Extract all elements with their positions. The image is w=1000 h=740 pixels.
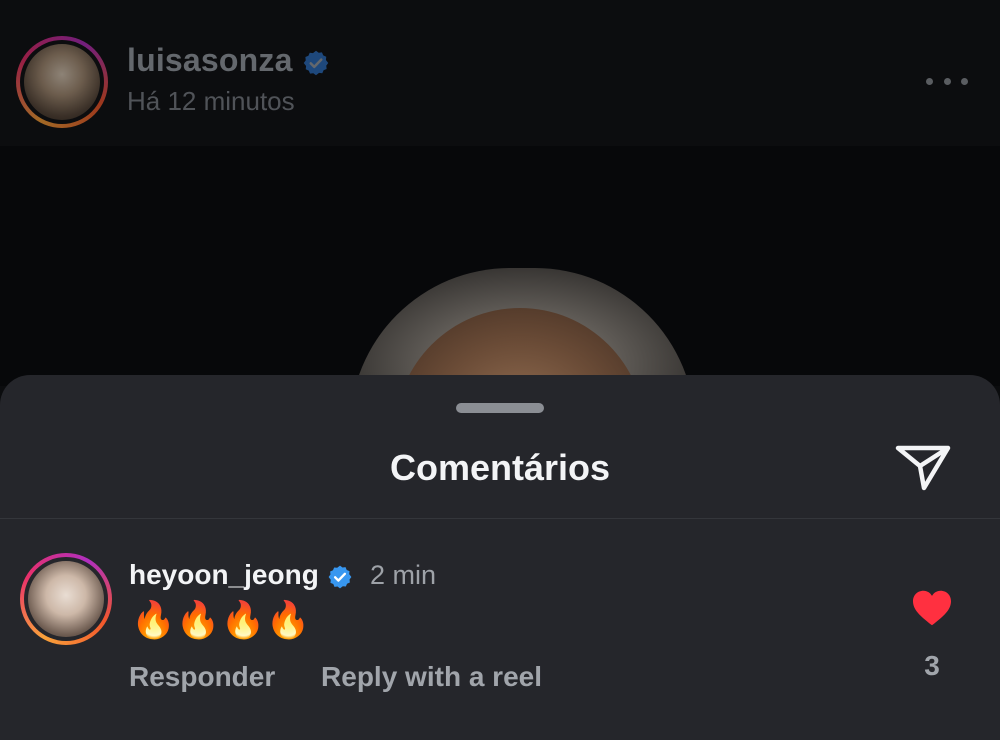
- reply-with-reel-button[interactable]: Reply with a reel: [321, 661, 542, 692]
- comments-sheet: Comentários heyoon_jeong 2 min 🔥🔥🔥🔥 Resp…: [0, 375, 1000, 740]
- verified-badge-icon: [303, 50, 328, 75]
- post-timestamp: Há 12 minutos: [127, 86, 295, 116]
- more-options-icon[interactable]: [922, 68, 972, 94]
- comment-username[interactable]: heyoon_jeong: [129, 559, 353, 591]
- post-author-avatar[interactable]: [16, 36, 108, 128]
- post-author-name[interactable]: luisasonza: [127, 42, 293, 78]
- commenter-avatar[interactable]: [20, 553, 112, 645]
- post-author-username[interactable]: luisasonza: [127, 42, 330, 79]
- reply-button[interactable]: Responder: [129, 661, 275, 692]
- comment-actions: Responder Reply with a reel: [129, 661, 542, 693]
- post-header: luisasonza Há 12 minutos: [0, 0, 1000, 146]
- send-icon[interactable]: [893, 440, 953, 492]
- heart-icon[interactable]: [911, 589, 953, 627]
- comment-time: 2 min: [370, 560, 437, 590]
- comment-text: 🔥🔥🔥🔥: [131, 599, 311, 640]
- sheet-divider: [0, 518, 1000, 519]
- verified-badge-icon: [328, 565, 351, 588]
- like-count: 3: [924, 650, 940, 681]
- post-image[interactable]: [0, 146, 1000, 386]
- commenter-name[interactable]: heyoon_jeong: [129, 559, 319, 590]
- sheet-drag-handle[interactable]: [456, 403, 544, 413]
- sheet-title: Comentários: [389, 447, 611, 488]
- instagram-comments-screen: luisasonza Há 12 minutos Comentários hey…: [0, 0, 1000, 740]
